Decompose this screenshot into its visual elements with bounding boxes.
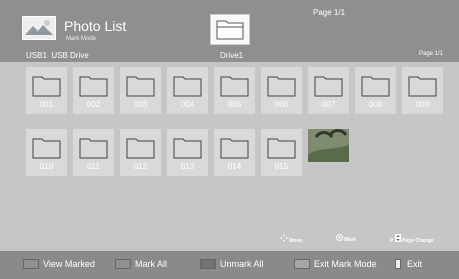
folder-item[interactable]: 013 <box>167 129 208 176</box>
unmark-all-label: Unmark All <box>220 259 264 269</box>
exit-label: Exit <box>407 259 423 269</box>
exit-mark-mode-label: Exit Mark Mode <box>314 259 377 269</box>
hint-mark: Mark <box>336 234 356 243</box>
folder-icon <box>79 76 108 97</box>
mark-all-swatch <box>115 259 131 269</box>
folder-icon <box>267 138 296 159</box>
unmark-all-swatch <box>200 259 216 269</box>
exit-mark-mode-button[interactable]: Exit Mark Mode <box>294 258 377 270</box>
hint-mark-label: Mark <box>344 237 357 243</box>
folder-icon <box>220 76 249 97</box>
photo-thumbnail-image <box>308 129 349 162</box>
hint-page-change: P Page Change <box>390 234 434 244</box>
folder-item[interactable]: 011 <box>73 129 114 176</box>
folder-label: 006 <box>274 100 289 109</box>
hint-move: Move <box>280 234 302 244</box>
device-name: USB Drive <box>51 51 89 60</box>
mode-label: Mark Mode <box>66 36 97 42</box>
folder-icon[interactable] <box>210 14 250 45</box>
photo-thumbnail[interactable] <box>308 129 349 176</box>
header: Photo List Mark Mode USB1 USB Drive Driv… <box>0 0 459 62</box>
folder-icon <box>173 138 202 159</box>
view-marked-button[interactable]: View Marked <box>23 258 95 270</box>
folder-label: 003 <box>133 100 148 109</box>
folder-item[interactable]: 010 <box>26 129 67 176</box>
folder-item[interactable]: 001 <box>26 67 67 114</box>
folder-icon <box>173 76 202 97</box>
folder-label: 001 <box>39 100 54 109</box>
folder-item[interactable]: 015 <box>261 129 302 176</box>
photo-list-screen: Photo List Mark Mode USB1 USB Drive Driv… <box>0 0 459 279</box>
folder-icon <box>32 138 61 159</box>
folder-item[interactable]: 007 <box>308 67 349 114</box>
key-hints: Move Mark P Page Change <box>280 232 450 246</box>
folder-item[interactable]: 008 <box>355 67 396 114</box>
folder-icon <box>408 76 437 97</box>
exit-button[interactable]: Exit <box>395 258 422 270</box>
drive-label: Drive1 <box>220 51 244 60</box>
folder-label: 002 <box>86 100 101 109</box>
folder-icon <box>126 138 155 159</box>
folder-icon <box>79 138 108 159</box>
folder-icon <box>220 138 249 159</box>
ok-icon <box>336 234 343 241</box>
folder-icon <box>126 76 155 97</box>
device-id: USB1 <box>26 51 47 60</box>
hint-p-label: P <box>390 238 394 244</box>
folder-label: 015 <box>274 162 289 171</box>
photo-icon <box>22 16 56 40</box>
page-indicator-right: Page 1/1 <box>419 51 444 57</box>
folder-item[interactable]: 012 <box>120 129 161 176</box>
folder-label: 014 <box>227 162 242 171</box>
folder-item[interactable]: 002 <box>73 67 114 114</box>
folder-icon <box>314 76 343 97</box>
dpad-icon <box>280 234 288 242</box>
hint-page-change-label: Page Change <box>402 238 434 244</box>
mark-all-button[interactable]: Mark All <box>115 258 167 270</box>
folder-icon <box>361 76 390 97</box>
device-label: USB1 USB Drive <box>26 51 89 60</box>
folder-label: 007 <box>321 100 336 109</box>
footer-bar: View Marked Mark All Unmark All Exit Mar… <box>0 251 459 279</box>
page-indicator-top: Page 1/1 <box>313 8 346 17</box>
folder-label: 012 <box>133 162 148 171</box>
folder-label: 013 <box>180 162 195 171</box>
folder-item[interactable]: 005 <box>214 67 255 114</box>
folder-item[interactable]: 004 <box>167 67 208 114</box>
folder-item[interactable]: 006 <box>261 67 302 114</box>
page-title: Photo List <box>64 18 127 34</box>
folder-item[interactable]: 003 <box>120 67 161 114</box>
hint-move-label: Move <box>289 238 303 244</box>
folder-label: 008 <box>368 100 383 109</box>
folder-icon <box>267 76 296 97</box>
folder-item[interactable]: 009 <box>402 67 443 114</box>
folder-label: 011 <box>87 162 100 171</box>
unmark-all-button[interactable]: Unmark All <box>200 258 264 270</box>
page-updown-icon <box>394 234 401 242</box>
folder-label: 010 <box>39 162 54 171</box>
photo-grid: 001 002 003 004 005 006 007 008 009 010 011 012 013 0… <box>26 67 457 227</box>
exit-mark-mode-swatch <box>294 259 310 269</box>
folder-item[interactable]: 014 <box>214 129 255 176</box>
folder-label: 004 <box>180 100 195 109</box>
folder-label: 005 <box>227 100 242 109</box>
folder-label: 009 <box>415 100 430 109</box>
view-marked-swatch <box>23 259 39 269</box>
mark-all-label: Mark All <box>135 259 168 269</box>
exit-swatch <box>395 259 401 269</box>
folder-icon <box>32 76 61 97</box>
view-marked-label: View Marked <box>43 259 95 269</box>
